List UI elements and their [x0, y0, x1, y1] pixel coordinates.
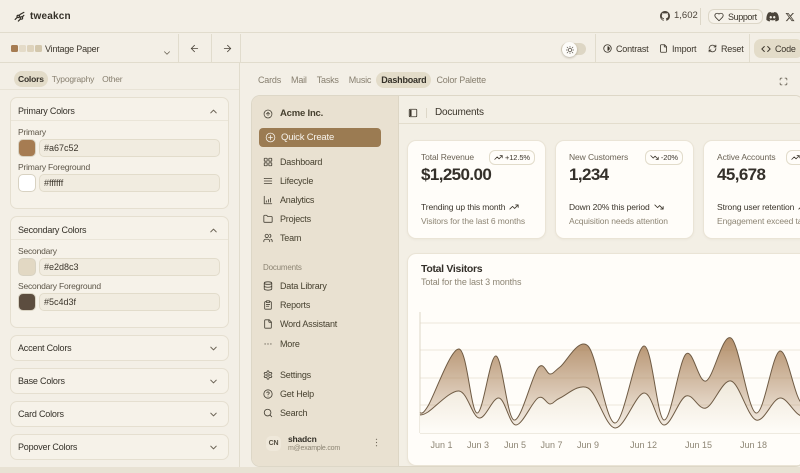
svg-text:Jun 5: Jun 5 [504, 440, 526, 450]
svg-text:Jun 7: Jun 7 [540, 440, 562, 450]
svg-text:Jun 3: Jun 3 [467, 440, 489, 450]
svg-text:Jun 1: Jun 1 [430, 440, 452, 450]
svg-text:Jun 12: Jun 12 [630, 440, 657, 450]
svg-text:Jun 15: Jun 15 [685, 440, 712, 450]
svg-text:Jun 18: Jun 18 [740, 440, 767, 450]
svg-text:Jun 9: Jun 9 [577, 440, 599, 450]
